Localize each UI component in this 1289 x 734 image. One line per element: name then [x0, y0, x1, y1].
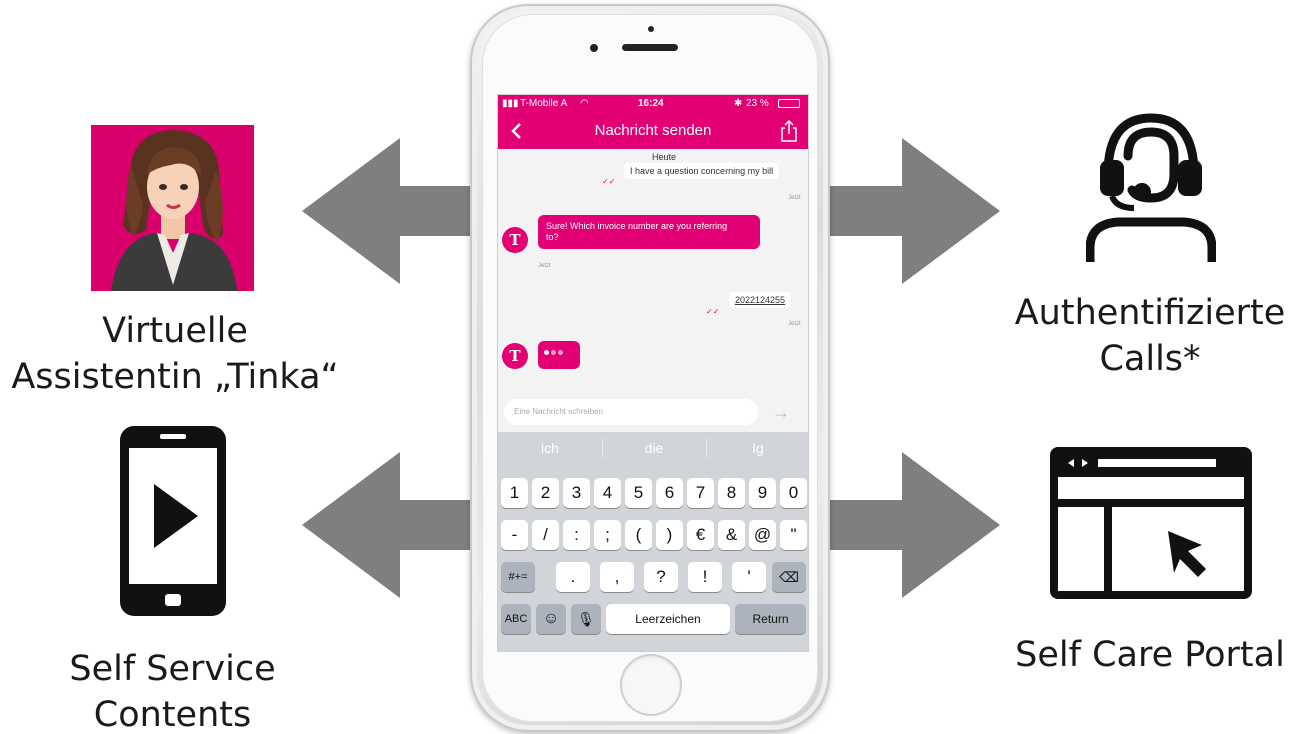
- return-key[interactable]: Return: [735, 604, 806, 634]
- suggestion-3[interactable]: Ig: [706, 432, 808, 464]
- message-input-bar: Eine Nachricht schreiben →: [498, 394, 808, 432]
- phone-screen: ▮▮▮ T-Mobile A ◠ 16:24 ✱ 23 % Nachricht …: [497, 94, 809, 652]
- user-message-bubble: I have a question concerning my bill: [624, 163, 780, 179]
- key[interactable]: 7: [687, 478, 714, 508]
- key[interactable]: 1: [501, 478, 528, 508]
- key[interactable]: 0: [780, 478, 807, 508]
- key[interactable]: ): [656, 520, 683, 550]
- battery-icon: [778, 99, 800, 108]
- key[interactable]: 6: [656, 478, 683, 508]
- label-line: Contents: [93, 695, 252, 734]
- chat-day-label: Heute: [652, 152, 677, 162]
- microphone-key-icon[interactable]: 🎙: [571, 604, 601, 634]
- arrow-right-top: [810, 138, 1000, 284]
- key[interactable]: .: [556, 562, 590, 592]
- wifi-icon: ◠: [580, 98, 589, 109]
- bot-message-line: Sure! Which invoice number are you refer…: [546, 221, 728, 231]
- home-button[interactable]: [620, 654, 682, 716]
- read-checkmarks-icon: ✓✓: [602, 177, 616, 186]
- signal-icon: ▮▮▮: [502, 98, 519, 109]
- invoice-number-bubble[interactable]: 2022124255: [729, 292, 792, 308]
- arrow-left-top: [302, 138, 492, 284]
- key[interactable]: 5: [625, 478, 652, 508]
- typing-indicator: [538, 341, 580, 369]
- key-abc[interactable]: ABC: [501, 604, 531, 634]
- message-time: Jetzt: [538, 263, 551, 269]
- label-line: Virtuelle: [102, 311, 248, 351]
- label-self-service: Self Service Contents: [0, 646, 345, 734]
- key[interactable]: 3: [563, 478, 590, 508]
- bot-message-bubble: Sure! Which invoice number are you refer…: [538, 215, 760, 249]
- bluetooth-icon: ✱: [734, 98, 743, 109]
- battery-percent: 23 %: [746, 98, 769, 109]
- label-line: Assistentin „Tinka“: [11, 357, 339, 397]
- key[interactable]: ?: [644, 562, 678, 592]
- carrier-label: T-Mobile A: [520, 98, 568, 109]
- backspace-key[interactable]: ⌫: [772, 562, 806, 592]
- key[interactable]: 4: [594, 478, 621, 508]
- key-more-symbols[interactable]: #+=: [501, 562, 535, 592]
- smartphone-play-icon: [120, 426, 226, 616]
- key[interactable]: !: [688, 562, 722, 592]
- nav-title: Nachricht senden: [594, 122, 712, 139]
- key[interactable]: &: [718, 520, 745, 550]
- space-key[interactable]: Leerzeichen: [606, 604, 730, 634]
- key[interactable]: (: [625, 520, 652, 550]
- suggestion-2[interactable]: die: [602, 432, 706, 464]
- chat-area: Heute I have a question concerning my bi…: [498, 149, 808, 394]
- status-bar: ▮▮▮ T-Mobile A ◠ 16:24 ✱ 23 %: [498, 95, 808, 113]
- message-time: Jetzt: [788, 321, 801, 327]
- key[interactable]: ,: [600, 562, 634, 592]
- bot-message-line: to?: [546, 232, 559, 242]
- key[interactable]: :: [563, 520, 590, 550]
- key[interactable]: 9: [749, 478, 776, 508]
- browser-window-cursor-icon: [1050, 447, 1252, 599]
- label-authenticated-calls: Authentifizierte Calls*: [1005, 290, 1289, 382]
- key[interactable]: ': [732, 562, 766, 592]
- headset-agent-icon: [1086, 113, 1216, 262]
- label-self-care-portal: Self Care Portal: [1015, 635, 1285, 675]
- read-checkmarks-icon: ✓✓: [706, 307, 720, 316]
- telekom-avatar-icon: T: [502, 343, 528, 369]
- nav-bar: Nachricht senden: [498, 113, 808, 149]
- key[interactable]: €: [687, 520, 714, 550]
- share-icon[interactable]: [780, 119, 798, 143]
- key[interactable]: ;: [594, 520, 621, 550]
- key[interactable]: 2: [532, 478, 559, 508]
- arrow-right-bottom: [810, 452, 1000, 598]
- keyboard: ich die Ig 1234567890 - /:;() € & @ " #+= .,?…: [498, 432, 808, 651]
- label-line: Authentifizierte: [1014, 293, 1286, 333]
- key[interactable]: /: [532, 520, 559, 550]
- arrow-left-bottom: [302, 452, 492, 598]
- send-arrow-icon[interactable]: →: [772, 402, 790, 423]
- suggestion-1[interactable]: ich: [498, 432, 602, 464]
- emoji-key-icon[interactable]: ☺: [536, 604, 566, 634]
- key[interactable]: @: [749, 520, 776, 550]
- telekom-avatar-icon: T: [502, 227, 528, 253]
- key[interactable]: 8: [718, 478, 745, 508]
- virtual-assistant-avatar: [91, 125, 254, 291]
- front-camera: [648, 26, 654, 32]
- proximity-sensor: [590, 44, 598, 52]
- key[interactable]: ": [780, 520, 807, 550]
- label-line: Calls*: [1099, 339, 1201, 379]
- label-line: Self Service: [69, 649, 276, 689]
- label-virtual-assistant: Virtuelle Assistentin „Tinka“: [0, 308, 350, 400]
- message-time: Jetzt: [788, 195, 801, 201]
- earpiece-speaker: [622, 44, 678, 51]
- key[interactable]: -: [501, 520, 528, 550]
- message-input[interactable]: Eine Nachricht schreiben: [504, 399, 758, 425]
- status-time: 16:24: [638, 98, 664, 109]
